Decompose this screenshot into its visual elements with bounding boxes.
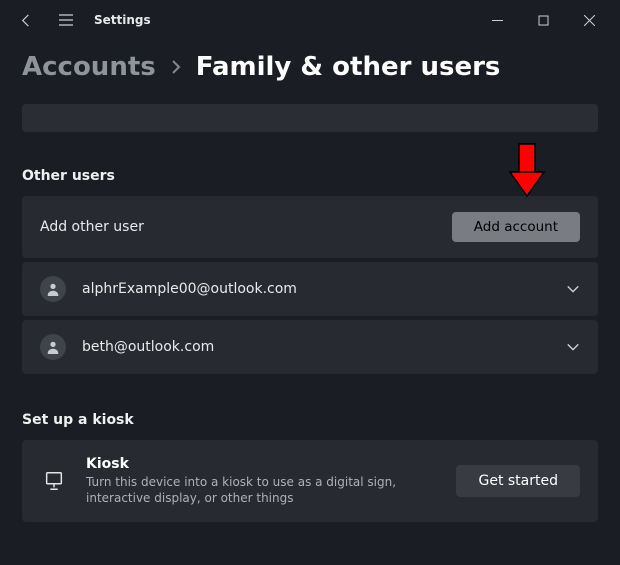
maximize-button[interactable] <box>520 4 566 36</box>
person-icon <box>46 340 60 354</box>
chevron-down-icon <box>566 340 580 354</box>
other-users-heading: Other users <box>22 168 598 184</box>
arrow-left-icon <box>19 13 34 28</box>
app-title: Settings <box>94 13 151 27</box>
back-button[interactable] <box>8 2 44 38</box>
avatar <box>40 276 66 302</box>
close-button[interactable] <box>566 4 612 36</box>
kiosk-description: Turn this device into a kiosk to use as … <box>86 474 416 506</box>
user-row[interactable]: beth@outlook.com <box>22 320 598 374</box>
kiosk-row: Kiosk Turn this device into a kiosk to u… <box>22 440 598 522</box>
maximize-icon <box>538 15 549 26</box>
content-area: Accounts Family & other users Other user… <box>0 52 620 544</box>
kiosk-icon-wrap <box>40 470 68 492</box>
minimize-button[interactable] <box>474 4 520 36</box>
chevron-down-icon <box>566 282 580 296</box>
monitor-icon <box>43 470 65 492</box>
page-title: Family & other users <box>196 52 501 82</box>
collapsed-section-bar[interactable] <box>22 104 598 132</box>
minimize-icon <box>492 15 503 26</box>
add-account-button[interactable]: Add account <box>452 212 580 242</box>
chevron-right-icon <box>170 59 182 75</box>
breadcrumb: Accounts Family & other users <box>22 52 598 82</box>
kiosk-heading: Set up a kiosk <box>22 412 598 428</box>
add-other-user-row: Add other user Add account <box>22 196 598 258</box>
person-icon <box>46 282 60 296</box>
close-icon <box>584 15 595 26</box>
kiosk-title: Kiosk <box>86 456 438 472</box>
hamburger-icon <box>58 13 74 27</box>
user-email: alphrExample00@outlook.com <box>82 281 550 297</box>
breadcrumb-parent[interactable]: Accounts <box>22 52 156 82</box>
user-email: beth@outlook.com <box>82 339 550 355</box>
avatar <box>40 334 66 360</box>
add-other-user-label: Add other user <box>40 219 452 235</box>
user-row[interactable]: alphrExample00@outlook.com <box>22 262 598 316</box>
get-started-button[interactable]: Get started <box>456 465 580 497</box>
menu-button[interactable] <box>48 2 84 38</box>
titlebar: Settings <box>0 0 620 40</box>
